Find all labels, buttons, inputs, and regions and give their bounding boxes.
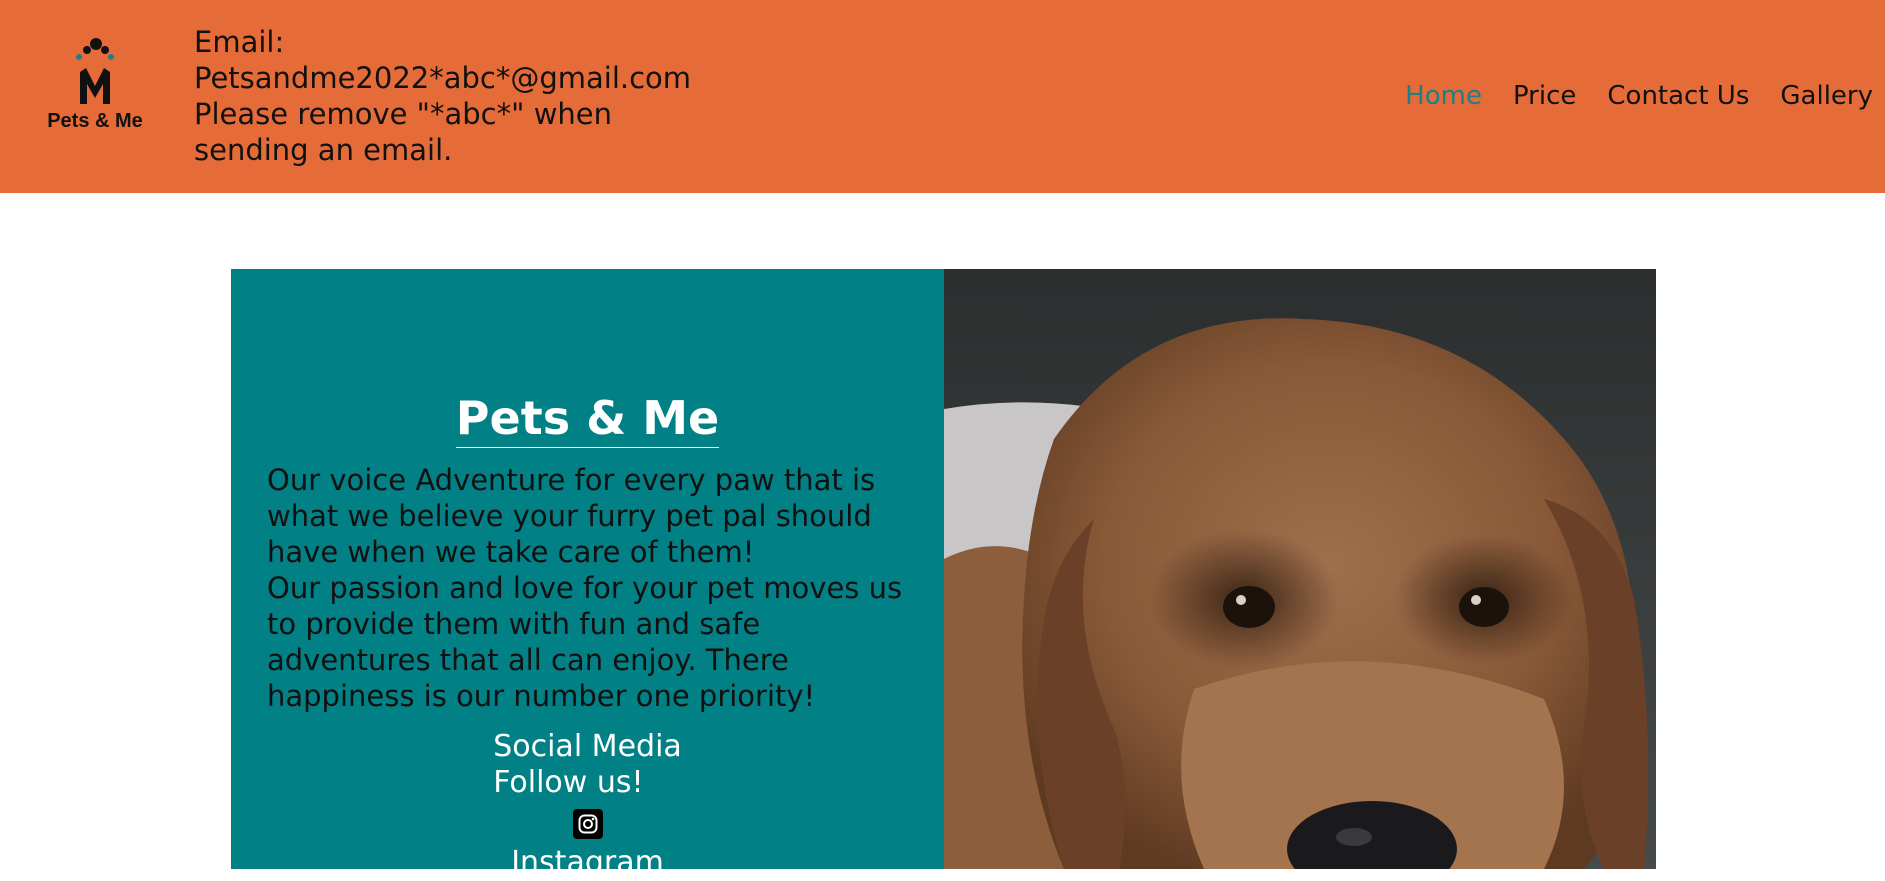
site-header: Pets & Me Email: Petsandme2022*abc*@gmai… xyxy=(0,0,1885,193)
nav-contact-us[interactable]: Contact Us xyxy=(1607,81,1749,111)
email-label: Email: xyxy=(194,25,285,59)
nav-price[interactable]: Price xyxy=(1513,81,1576,111)
paragraph-line: to provide them with fun and safe xyxy=(267,607,761,641)
nav-home[interactable]: Home xyxy=(1405,81,1482,111)
social-follow-text: Follow us! xyxy=(493,765,644,800)
logo-text: Pets & Me xyxy=(47,110,143,132)
intro-paragraph: Our voice Adventure for every paw that i… xyxy=(267,462,927,714)
dog-photo xyxy=(944,269,1656,869)
hero-title-text: Pets & Me xyxy=(455,391,720,448)
paragraph-line: Our voice Adventure for every paw that i… xyxy=(267,463,876,497)
instagram-link[interactable]: Instagram xyxy=(231,845,944,881)
contact-info: Email: Petsandme2022*abc*@gmail.com Plea… xyxy=(194,24,694,168)
email-note-line-2: sending an email. xyxy=(194,133,453,167)
social-heading: Social Media xyxy=(493,729,682,764)
paragraph-line: happiness is our number one priority! xyxy=(267,679,816,713)
intro-panel: Pets & Me Our voice Adventure for every … xyxy=(231,269,944,880)
social-media-block: Social Media Follow us! xyxy=(231,729,944,801)
paragraph-line: adventures that all can enjoy. There xyxy=(267,643,789,677)
nav-gallery[interactable]: Gallery xyxy=(1780,81,1873,111)
logo[interactable]: Pets & Me xyxy=(36,38,154,138)
paragraph-line: have when we take care of them! xyxy=(267,535,755,569)
paragraph-line: what we believe your furry pet pal shoul… xyxy=(267,499,872,533)
paragraph-line: Our passion and love for your pet moves … xyxy=(267,571,903,605)
hero-section: Pets & Me Our voice Adventure for every … xyxy=(231,269,1656,880)
dog-photo-image xyxy=(944,269,1656,869)
logo-icon xyxy=(76,38,114,104)
hero-title: Pets & Me xyxy=(231,390,944,448)
email-address: Petsandme2022*abc*@gmail.com xyxy=(194,61,692,95)
instagram-icon[interactable] xyxy=(573,809,603,839)
main-nav: Home Price Contact Us Gallery xyxy=(1405,76,1885,116)
email-note-line-1: Please remove "*abc*" when xyxy=(194,97,613,131)
